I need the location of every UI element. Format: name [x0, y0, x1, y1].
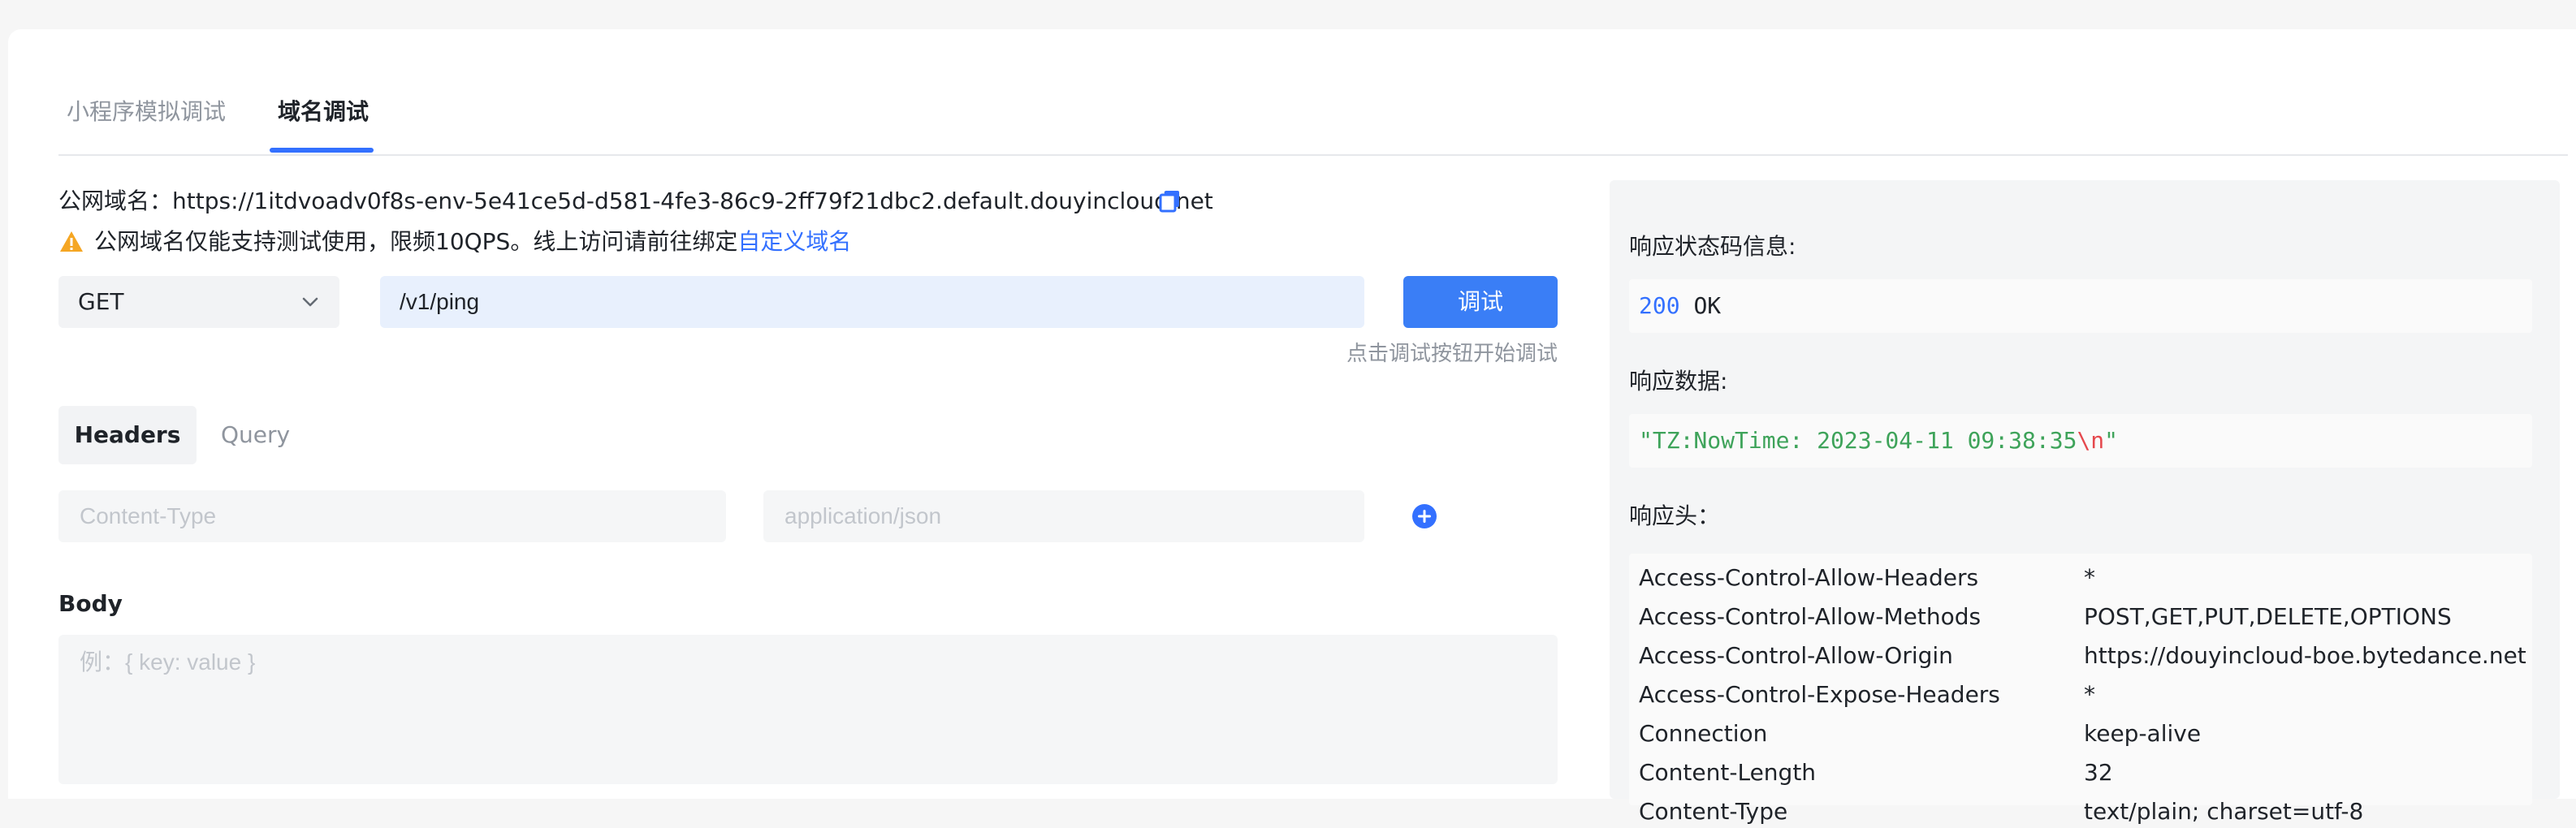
public-domain-url: https://1itdvoadv0f8s-env-5e41ce5d-d581-… [172, 188, 1213, 214]
rate-limit-warning: 公网域名仅能支持测试使用，限频10QPS。线上访问请前往绑定 自定义域名 [58, 226, 851, 258]
warning-text: 公网域名仅能支持测试使用，限频10QPS。线上访问请前往绑定 [94, 228, 738, 255]
header-row: Access-Control-Allow-Origin https://douy… [1639, 640, 2526, 672]
debug-button[interactable]: 调试 [1403, 276, 1558, 328]
method-select[interactable]: GET [58, 276, 339, 328]
status-code: 200 [1639, 292, 1680, 319]
header-row: Access-Control-Allow-Methods POST,GET,PU… [1639, 601, 2524, 633]
tab-bar: 小程序模拟调试 域名调试 [58, 29, 2568, 156]
header-key: Content-Length [1639, 759, 1817, 786]
method-value: GET [78, 288, 124, 315]
header-row: Content-Type text/plain; charset=utf-8 [1639, 796, 2524, 828]
warning-icon [60, 231, 83, 252]
header-value: text/plain; charset=utf-8 [2084, 798, 2364, 825]
header-row: Content-Length 32 [1639, 757, 2524, 789]
header-key: Access-Control-Expose-Headers [1639, 681, 2000, 708]
debug-hint: 点击调试按钮开始调试 [1346, 342, 1558, 366]
header-value: * [2084, 564, 2095, 591]
headers-label: 响应头： [1629, 502, 1721, 529]
response-data-escape: \n [2077, 427, 2105, 454]
header-key: Access-Control-Allow-Origin [1639, 642, 1953, 669]
page-container: 小程序模拟调试 域名调试 公网域名：https://1itdvoadv0f8s-… [8, 29, 2576, 825]
status-text: OK [1693, 292, 1722, 319]
header-value: * [2084, 681, 2095, 708]
header-key: Access-Control-Allow-Headers [1639, 564, 1979, 591]
plus-circle-icon[interactable] [1411, 503, 1437, 529]
header-value: 32 [2084, 759, 2113, 786]
tab-domain-debug[interactable]: 域名调试 [278, 96, 369, 128]
header-key-input[interactable]: Content-Type [58, 490, 726, 542]
header-key: Content-Type [1639, 798, 1788, 825]
status-code-box: 200 OK [1629, 279, 2532, 333]
response-data-box: "TZ:NowTime: 2023-04-11 09:38:35\n" [1629, 414, 2532, 468]
chevron-down-icon [302, 297, 318, 307]
public-domain-line: 公网域名：https://1itdvoadv0f8s-env-5e41ce5d-… [58, 185, 1213, 218]
status-label: 响应状态码信息: [1629, 233, 1796, 260]
path-input[interactable]: /v1/ping [380, 276, 1364, 328]
header-row: Connection keep-alive [1639, 718, 2524, 750]
public-domain-label: 公网域名： [58, 188, 173, 214]
response-headers-box: Access-Control-Allow-Headers * Access-Co… [1629, 554, 2532, 825]
header-value-input[interactable]: application/json [763, 490, 1364, 542]
body-textarea[interactable]: 例：{ key: value } [58, 635, 1558, 784]
copy-icon[interactable] [1158, 188, 1182, 213]
active-tab-indicator [270, 148, 374, 153]
custom-domain-link[interactable]: 自定义域名 [737, 226, 851, 258]
header-key: Connection [1639, 720, 1768, 747]
response-panel: 响应状态码信息: 200 OK 响应数据: "TZ:NowTime: 2023-… [1610, 180, 2560, 825]
body-label: Body [58, 590, 123, 617]
header-key: Access-Control-Allow-Methods [1639, 603, 1982, 630]
header-value: keep-alive [2084, 720, 2202, 747]
subtab-query[interactable]: Query [221, 406, 290, 464]
response-data-string: "TZ:NowTime: 2023-04-11 09:38:35 [1639, 427, 2077, 454]
response-data-quote: " [2104, 427, 2119, 454]
header-value: POST,GET,PUT,DELETE,OPTIONS [2084, 603, 2452, 630]
tab-miniprogram-debug[interactable]: 小程序模拟调试 [67, 96, 226, 128]
subtab-headers[interactable]: Headers [58, 406, 197, 464]
data-label: 响应数据: [1629, 368, 1728, 395]
header-value: https://douyincloud-boe.bytedance.net [2084, 642, 2526, 669]
header-row: Access-Control-Allow-Headers * [1639, 562, 2524, 594]
header-row: Access-Control-Expose-Headers * [1639, 679, 2524, 711]
